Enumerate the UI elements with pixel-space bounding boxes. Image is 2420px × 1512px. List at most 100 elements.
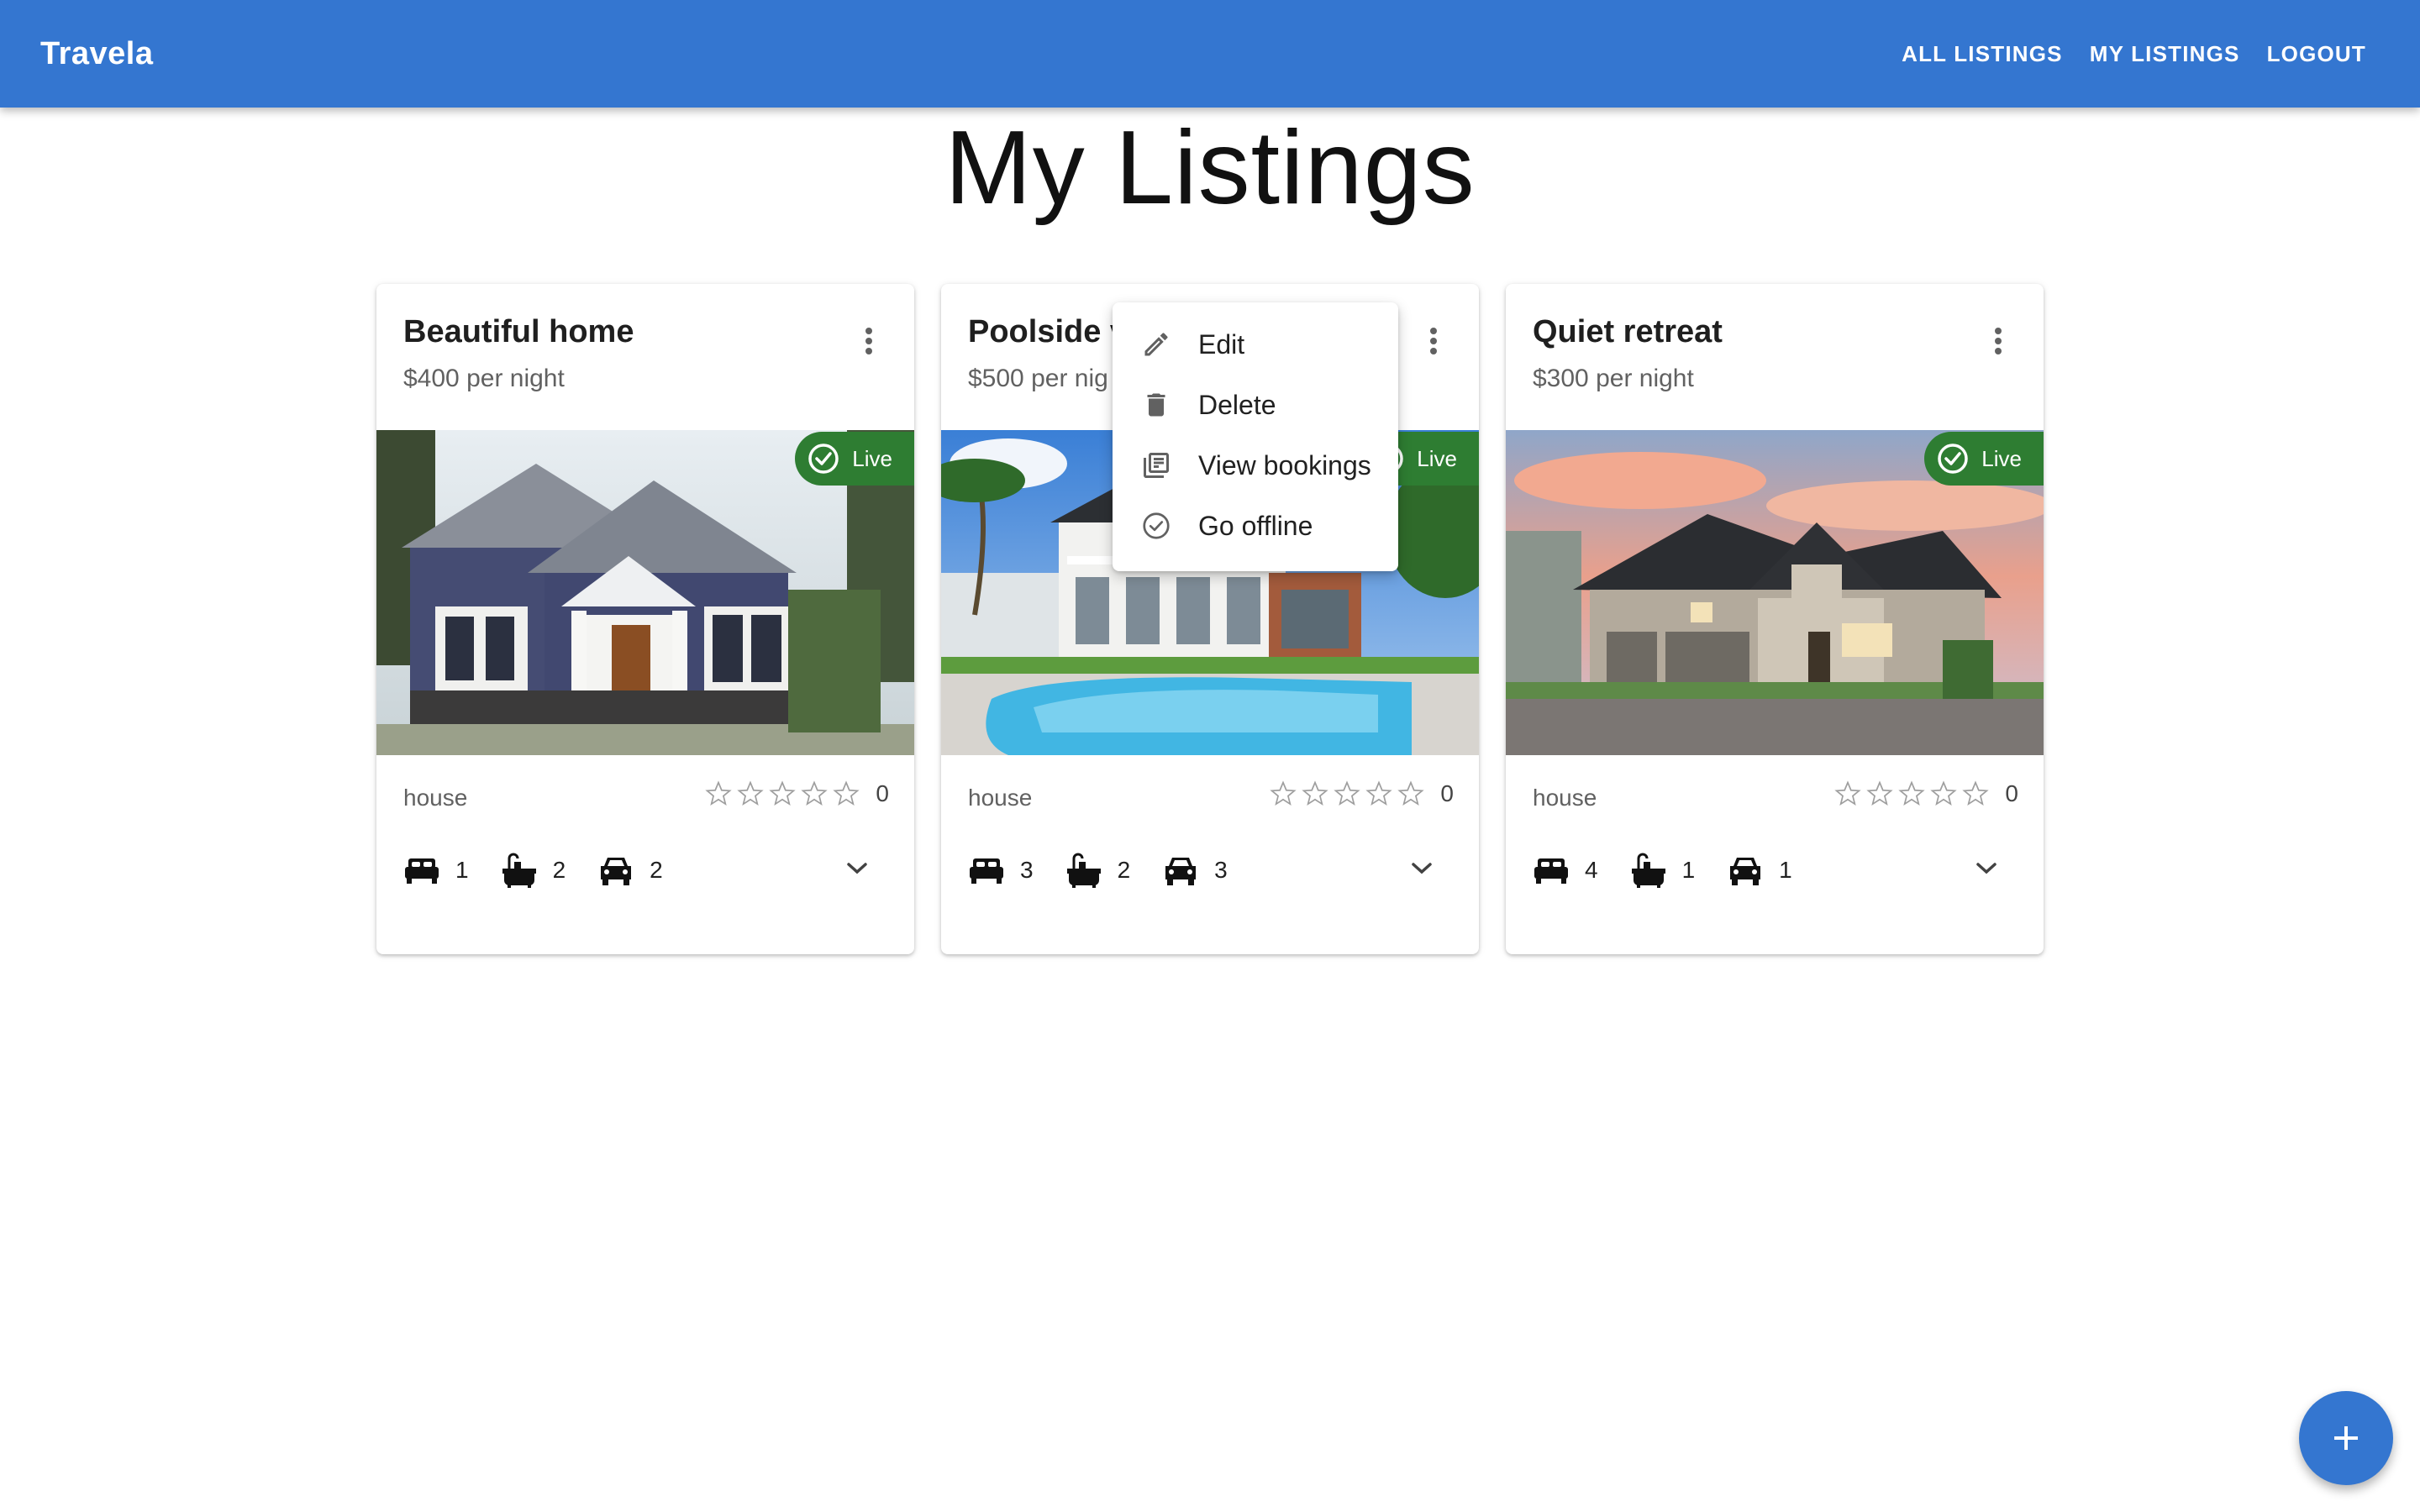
amenities: 4 1 1 [1533, 852, 1824, 889]
nav-logout[interactable]: LOGOUT [2267, 29, 2366, 79]
star-outline-icon [1962, 780, 1990, 806]
more-options-button[interactable] [1410, 318, 1457, 365]
car-icon [601, 858, 632, 885]
amenities: 3 2 3 [968, 852, 1260, 889]
baths-amenity: 2 [501, 852, 566, 889]
bathtub-icon [502, 853, 536, 888]
listing-price: $500 per nig [968, 365, 1108, 392]
baths-count: 2 [552, 857, 566, 883]
star-outline-icon [1397, 780, 1425, 806]
menu-item-label: Edit [1198, 328, 1245, 360]
more-vert-icon [1995, 328, 2002, 354]
car-icon [1730, 858, 1761, 885]
beds-amenity: 1 [403, 855, 469, 885]
menu-item-view-bookings[interactable]: View bookings [1113, 435, 1398, 496]
chevron-down-icon [1976, 863, 1996, 874]
star-outline-icon [833, 780, 860, 806]
property-type: house [403, 785, 468, 811]
property-type: house [1533, 785, 1597, 811]
menu-item-go-offline[interactable]: Go offline [1113, 496, 1398, 556]
nav-all-listings[interactable]: ALL LISTINGS [1902, 29, 2063, 79]
parking-amenity: 3 [1162, 854, 1228, 886]
parking-amenity: 1 [1727, 854, 1792, 886]
status-badge: Live [1924, 432, 2044, 486]
listing-card: Beautiful home $400 per night Live house… [376, 284, 914, 954]
menu-item-label: Delete [1198, 389, 1276, 420]
bed-icon [1534, 858, 1568, 884]
bathtub-icon [1631, 853, 1665, 888]
baths-count: 1 [1681, 857, 1696, 883]
page-title: My Listings [944, 110, 1476, 226]
chevron-down-icon [1412, 863, 1432, 874]
listing-title: Beautiful home [403, 314, 634, 349]
more-vert-icon [865, 328, 872, 354]
status-badge: Live [795, 432, 914, 486]
star-outline-icon [801, 780, 829, 806]
listing-title: Quiet retreat [1533, 314, 1723, 349]
parking-count: 3 [1214, 857, 1228, 883]
brand-logo[interactable]: Travela [40, 0, 154, 108]
menu-item-label: View bookings [1198, 449, 1371, 480]
listing-card: Quiet retreat $300 per night Live house … [1506, 284, 2044, 954]
amenities: 1 2 2 [403, 852, 695, 889]
status-label: Live [1981, 445, 2022, 471]
expand-button[interactable] [834, 845, 881, 892]
parking-count: 1 [1779, 857, 1792, 883]
status-label: Live [1417, 445, 1457, 471]
listing-price: $300 per night [1533, 365, 1694, 392]
beds-amenity: 3 [968, 855, 1034, 885]
bed-icon [970, 858, 1003, 884]
star-outline-icon [1834, 780, 1862, 806]
check-circle-outline-icon [1938, 444, 1969, 474]
more-options-button[interactable] [1975, 318, 2022, 365]
expand-button[interactable] [1963, 845, 2010, 892]
trash-icon [1139, 388, 1173, 422]
star-outline-icon [737, 780, 765, 806]
baths-amenity: 2 [1065, 852, 1130, 889]
car-icon [1165, 858, 1197, 885]
menu-item-delete[interactable]: Delete [1113, 375, 1398, 435]
parking-amenity: 2 [597, 854, 663, 886]
review-count: 0 [876, 780, 889, 806]
more-options-button[interactable] [845, 318, 892, 365]
property-type: house [968, 785, 1033, 811]
star-outline-icon [705, 780, 733, 806]
library-books-icon [1139, 449, 1173, 482]
baths-amenity: 1 [1630, 852, 1696, 889]
status-label: Live [852, 445, 892, 471]
star-outline-icon [1302, 780, 1329, 806]
listing-title: Poolside v [968, 314, 1128, 349]
star-outline-icon [1270, 780, 1297, 806]
rating: 0 [1269, 780, 1454, 808]
beds-amenity: 4 [1533, 855, 1598, 885]
more-vert-icon [1430, 328, 1437, 354]
beds-count: 4 [1585, 857, 1598, 883]
listing-price: $400 per night [403, 365, 565, 392]
check-circle-outline-icon [1139, 509, 1173, 543]
nav-my-listings[interactable]: MY LISTINGS [2090, 29, 2240, 79]
star-outline-icon [1866, 780, 1894, 806]
app-bar: Travela ALL LISTINGS MY LISTINGS LOGOUT [0, 0, 2420, 108]
add-listing-button[interactable] [2299, 1391, 2393, 1485]
rating: 0 [1833, 780, 2018, 808]
star-outline-icon [1365, 780, 1393, 806]
parking-count: 2 [650, 857, 663, 883]
bed-icon [405, 858, 439, 884]
review-count: 0 [2005, 780, 2018, 806]
plus-icon [2334, 1426, 2358, 1450]
chevron-down-icon [847, 863, 867, 874]
listing-options-menu: Edit Delete View bookings Go offline [1113, 302, 1398, 571]
star-outline-icon [1930, 780, 1958, 806]
star-outline-icon [769, 780, 797, 806]
review-count: 0 [1440, 780, 1454, 806]
beds-count: 3 [1020, 857, 1034, 883]
top-nav: ALL LISTINGS MY LISTINGS LOGOUT [1902, 0, 2366, 108]
beds-count: 1 [455, 857, 469, 883]
menu-item-edit[interactable]: Edit [1113, 314, 1398, 375]
rating: 0 [704, 780, 889, 808]
star-outline-icon [1898, 780, 1926, 806]
star-outline-icon [1334, 780, 1361, 806]
expand-button[interactable] [1398, 845, 1445, 892]
menu-item-label: Go offline [1198, 510, 1313, 541]
pencil-icon [1139, 328, 1173, 361]
